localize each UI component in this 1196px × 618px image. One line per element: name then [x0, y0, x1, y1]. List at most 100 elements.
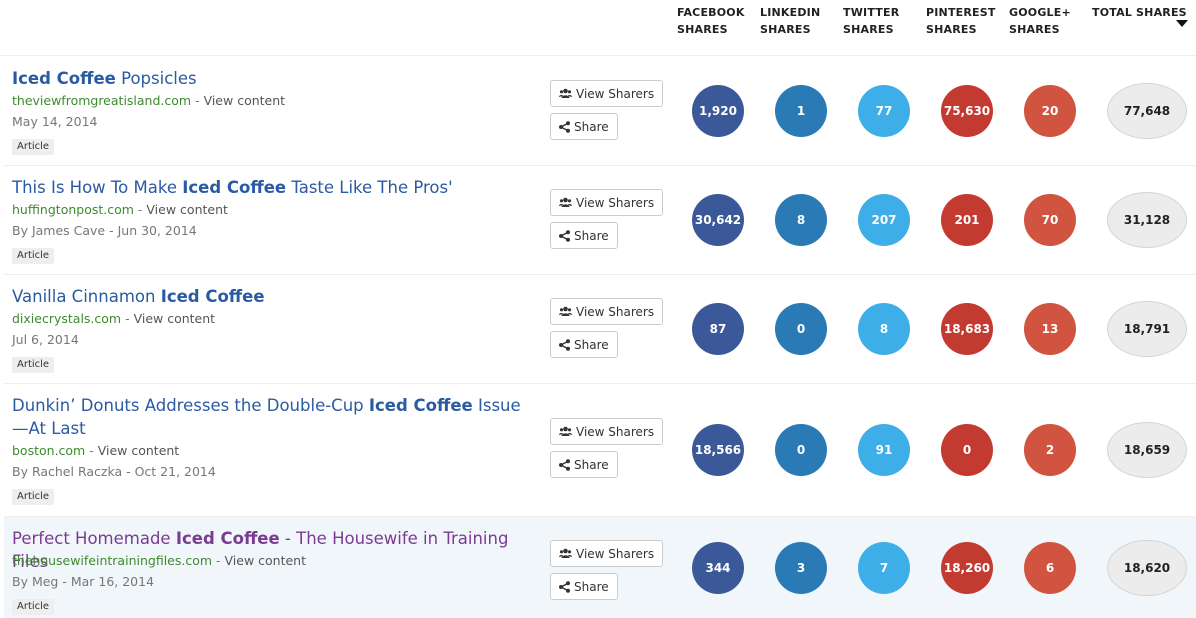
title-keyword: Iced Coffee — [12, 69, 116, 88]
title-text: Taste Like The Pros' — [286, 178, 453, 197]
googleplus-shares-count: 20 — [1024, 85, 1076, 137]
list-item: Vanilla Cinnamon Iced Coffee dixiecrystal… — [4, 275, 1196, 384]
linkedin-shares-count: 0 — [775, 424, 827, 476]
view-sharers-button[interactable]: View Sharers — [550, 189, 664, 216]
linkedin-shares-count: 8 — [775, 194, 827, 246]
share-button[interactable]: Share — [550, 222, 618, 249]
facebook-header-line1: FACEBOOK — [677, 6, 745, 19]
view-sharers-button[interactable]: View Sharers — [550, 298, 664, 325]
article-source: boston.com - View content — [12, 442, 179, 460]
share-icon — [559, 458, 570, 471]
users-icon — [559, 426, 572, 437]
article-byline: May 14, 2014 — [12, 114, 98, 129]
list-item: This Is How To Make Iced Coffee Taste Li… — [4, 166, 1196, 275]
total-shares-count: 18,659 — [1107, 422, 1187, 478]
view-content-link[interactable]: View content — [98, 443, 180, 458]
source-domain-link[interactable]: huffingtonpost.com — [12, 202, 134, 217]
twitter-shares-count: 77 — [858, 85, 910, 137]
view-content-link[interactable]: View content — [146, 202, 228, 217]
facebook-shares-header[interactable]: FACEBOOK SHARES — [677, 4, 745, 38]
twitter-shares-header[interactable]: TWITTER SHARES — [843, 4, 899, 38]
source-domain-link[interactable]: boston.com — [12, 443, 85, 458]
facebook-shares-count: 344 — [692, 542, 744, 594]
facebook-shares-count: 1,920 — [692, 85, 744, 137]
title-keyword: Iced Coffee — [368, 396, 473, 415]
view-content-link[interactable]: View content — [134, 311, 216, 326]
pinterest-shares-count: 18,683 — [941, 303, 993, 355]
article-source: dixiecrystals.com - View content — [12, 310, 215, 328]
view-sharers-button[interactable]: View Sharers — [550, 540, 664, 567]
linkedin-shares-count: 3 — [775, 542, 827, 594]
total-shares-count: 77,648 — [1107, 83, 1187, 139]
share-button[interactable]: Share — [550, 113, 618, 140]
view-sharers-label: View Sharers — [576, 424, 655, 439]
share-button[interactable]: Share — [550, 331, 618, 358]
total-header-label: TOTAL SHARES — [1092, 6, 1187, 19]
view-content-link[interactable]: View content — [225, 553, 307, 568]
article-source: theviewfromgreatisland.com - View conten… — [12, 92, 285, 110]
twitter-header-line2: SHARES — [843, 23, 894, 36]
linkedin-shares-header[interactable]: LINKEDIN SHARES — [760, 4, 820, 38]
share-button[interactable]: Share — [550, 451, 618, 478]
article-source: thehousewifeintrainingfiles.com - View c… — [12, 552, 306, 570]
article-byline: By James Cave - Jun 30, 2014 — [12, 223, 197, 238]
article-title-link[interactable]: Iced Coffee Popsicles — [12, 67, 522, 90]
pinterest-header-line2: SHARES — [926, 23, 977, 36]
users-icon — [559, 197, 572, 208]
share-label: Share — [574, 579, 609, 594]
share-icon — [559, 580, 570, 593]
share-button[interactable]: Share — [550, 573, 618, 600]
title-keyword: Iced Coffee — [160, 287, 265, 306]
linkedin-shares-count: 1 — [775, 85, 827, 137]
content-type-badge: Article — [12, 357, 55, 373]
content-type-badge: Article — [12, 139, 55, 155]
content-type-badge: Article — [12, 489, 55, 505]
pinterest-shares-count: 201 — [941, 194, 993, 246]
title-text: Dunkin’ Donuts Addresses the Double-Cup — [12, 396, 369, 415]
content-type-badge: Article — [12, 248, 55, 264]
total-shares-header[interactable]: TOTAL SHARES — [1092, 4, 1187, 21]
googleplus-shares-count: 6 — [1024, 542, 1076, 594]
share-icon — [559, 338, 570, 351]
pinterest-shares-count: 18,260 — [941, 542, 993, 594]
article-title-link[interactable]: Dunkin’ Donuts Addresses the Double-Cup … — [12, 394, 522, 440]
users-icon — [559, 306, 572, 317]
article-title-link[interactable]: This Is How To Make Iced Coffee Taste Li… — [12, 176, 522, 199]
view-sharers-label: View Sharers — [576, 86, 655, 101]
view-sharers-button[interactable]: View Sharers — [550, 418, 664, 445]
share-label: Share — [574, 337, 609, 352]
article-byline: Jul 6, 2014 — [12, 332, 79, 347]
pinterest-header-line1: PINTEREST — [926, 6, 996, 19]
source-domain-link[interactable]: dixiecrystals.com — [12, 311, 121, 326]
article-byline: By Meg - Mar 16, 2014 — [12, 574, 155, 589]
content-type-badge: Article — [12, 599, 55, 615]
googleplus-shares-header[interactable]: GOOGLE+ SHARES — [1009, 4, 1071, 38]
title-text: This Is How To Make — [12, 178, 183, 197]
googleplus-shares-count: 2 — [1024, 424, 1076, 476]
view-content-link[interactable]: View content — [204, 93, 286, 108]
title-text: Popsicles — [115, 69, 197, 88]
article-source: huffingtonpost.com - View content — [12, 201, 228, 219]
source-domain-link[interactable]: theviewfromgreatisland.com — [12, 93, 191, 108]
googleplus-header-line1: GOOGLE+ — [1009, 6, 1071, 19]
twitter-shares-count: 8 — [858, 303, 910, 355]
twitter-shares-count: 91 — [858, 424, 910, 476]
source-domain-link[interactable]: thehousewifeintrainingfiles.com — [12, 553, 212, 568]
share-label: Share — [574, 228, 609, 243]
linkedin-shares-count: 0 — [775, 303, 827, 355]
view-sharers-button[interactable]: View Sharers — [550, 80, 664, 107]
users-icon — [559, 88, 572, 99]
view-sharers-label: View Sharers — [576, 546, 655, 561]
list-item: Iced Coffee Popsicles theviewfromgreatisl… — [4, 57, 1196, 166]
googleplus-shares-count: 70 — [1024, 194, 1076, 246]
pinterest-shares-count: 0 — [941, 424, 993, 476]
share-icon — [559, 229, 570, 242]
twitter-header-line1: TWITTER — [843, 6, 900, 19]
view-sharers-label: View Sharers — [576, 304, 655, 319]
share-label: Share — [574, 457, 609, 472]
sort-desc-icon[interactable] — [1176, 20, 1188, 27]
twitter-shares-count: 7 — [858, 542, 910, 594]
article-title-link[interactable]: Vanilla Cinnamon Iced Coffee — [12, 285, 522, 308]
share-icon — [559, 120, 570, 133]
pinterest-shares-header[interactable]: PINTEREST SHARES — [926, 4, 996, 38]
